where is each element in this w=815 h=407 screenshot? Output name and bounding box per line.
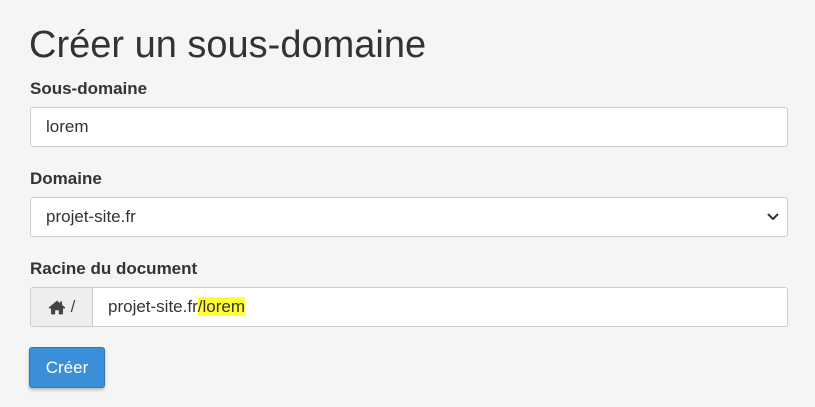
path-suffix-highlight: /lorem <box>197 297 245 316</box>
path-prefix: projet-site.fr <box>108 297 198 316</box>
addon-slash: / <box>70 297 76 316</box>
home-icon <box>48 300 66 314</box>
page-title: Créer un sous-domaine <box>29 24 427 66</box>
domain-label: Domaine <box>30 169 102 188</box>
create-button[interactable]: Créer <box>29 347 105 388</box>
document-root-addon: / <box>31 288 93 326</box>
document-root-group: / projet-site.fr/lorem <box>30 287 788 327</box>
subdomain-input[interactable] <box>30 107 788 147</box>
chevron-down-icon <box>767 213 779 220</box>
create-subdomain-page: Créer un sous-domaine Sous-domaine Domai… <box>0 0 815 407</box>
subdomain-label: Sous-domaine <box>30 79 148 98</box>
domain-select-value: projet-site.fr <box>46 207 136 226</box>
document-root-label: Racine du document <box>30 259 198 278</box>
domain-select[interactable]: projet-site.fr <box>30 197 788 237</box>
document-root-input[interactable]: projet-site.fr/lorem <box>93 288 787 326</box>
